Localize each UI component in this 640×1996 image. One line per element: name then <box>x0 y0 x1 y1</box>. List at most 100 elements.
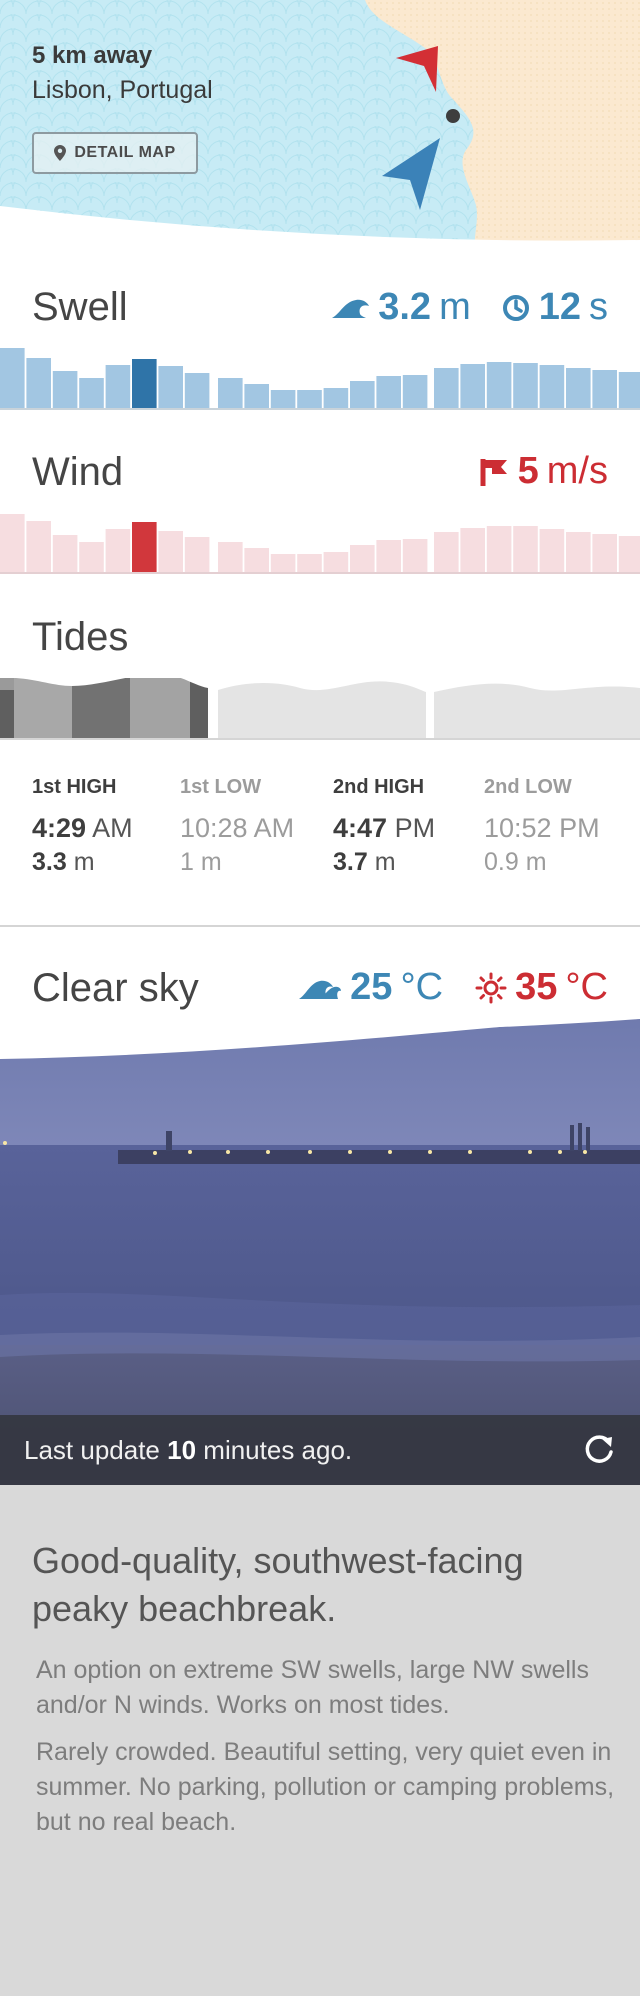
clock-icon <box>502 294 529 321</box>
forecast-bar <box>297 554 322 573</box>
forecast-bar <box>218 542 243 573</box>
tide-height: 1 <box>180 848 194 876</box>
swell-direction-arrow-icon <box>382 138 440 210</box>
tide-wave-chart <box>0 678 640 740</box>
last-update-suffix: minutes ago. <box>203 1435 353 1465</box>
forecast-bar <box>434 368 459 408</box>
forecast-bar <box>158 531 183 573</box>
forecast-bar <box>158 366 183 408</box>
forecast-bar <box>132 359 157 408</box>
sun-icon <box>475 972 507 1003</box>
wind-section[interactable]: Wind 5 m/s <box>0 410 640 575</box>
spot-paragraph: Rarely crowded. Beautiful setting, very … <box>36 1738 615 1836</box>
tide-height: 0.9 <box>484 848 519 876</box>
tide-height: 3.3 <box>32 848 67 876</box>
tides-divider <box>0 738 640 740</box>
wave-icon <box>332 299 370 318</box>
forecast-bar <box>105 529 131 573</box>
refresh-icon[interactable] <box>582 1433 616 1467</box>
forecast-bar <box>539 365 565 408</box>
water-wave-icon <box>299 980 342 999</box>
forecast-bar <box>270 554 296 573</box>
water-temp-unit: °C <box>400 966 444 1008</box>
swell-section[interactable]: Swell 3.2 m 12 s <box>0 260 640 410</box>
forecast-bar <box>566 368 591 408</box>
map-pin-icon <box>54 145 67 161</box>
forecast-bar <box>434 532 459 573</box>
air-temp-value: 35 <box>515 966 558 1008</box>
spot-description: Good-quality, southwest-facing peaky bea… <box>0 1485 640 1996</box>
weather-condition: Clear sky <box>32 966 199 1010</box>
wind-divider <box>0 572 640 574</box>
forecast-bar <box>376 540 401 573</box>
webcam-status-bar: Last update 10 minutes ago. <box>0 1415 640 1485</box>
water-temp-value: 25 <box>350 966 393 1008</box>
swell-height-value: 3.2 <box>378 286 432 328</box>
forecast-bar <box>52 535 78 573</box>
tide-height-unit: m <box>73 848 95 876</box>
forecast-bar <box>52 371 78 408</box>
last-update-text: Last update 10 minutes ago. <box>24 1435 352 1466</box>
forecast-bar <box>402 539 428 573</box>
tides-section[interactable]: Tides <box>0 575 640 740</box>
forecast-bar <box>0 348 25 408</box>
swell-stats: 3.2 m 12 s <box>330 286 608 329</box>
tide-ampm: AM <box>253 813 295 843</box>
forecast-bar <box>618 372 640 408</box>
forecast-bar <box>376 376 401 408</box>
forecast-bar <box>513 363 538 408</box>
forecast-bar <box>323 552 349 573</box>
air-temp-unit: °C <box>565 966 608 1008</box>
tide-height: 3.7 <box>333 848 368 876</box>
tide-height-unit: m <box>200 848 222 876</box>
swell-height-unit: m <box>439 286 471 328</box>
tide-label: 2nd HIGH <box>333 776 425 798</box>
distance-label: 5 km away <box>32 42 153 69</box>
swell-bar-chart <box>0 348 640 408</box>
tide-time: 4:47 <box>333 813 388 843</box>
wind-flag-icon <box>480 458 507 486</box>
wind-direction-arrow-icon <box>396 46 438 92</box>
forecast-bar <box>244 548 269 573</box>
forecast-bar <box>618 536 640 573</box>
location-map[interactable]: 5 km away Lisbon, Portugal DETAIL MAP <box>0 0 640 260</box>
wind-speed-value: 5 <box>517 450 539 492</box>
forecast-bar <box>402 375 428 408</box>
tide-times-table: 1st HIGH 4:29 AM 3.3 m 1st LOW 10:28 AM … <box>0 776 640 927</box>
location-dot-icon <box>446 109 460 123</box>
wind-title: Wind <box>32 450 124 494</box>
tide-entry: 1st HIGH 4:29 AM 3.3 m <box>32 776 133 877</box>
tide-time: 10:28 <box>180 813 248 843</box>
detail-map-button[interactable]: DETAIL MAP <box>32 132 198 174</box>
tides-title: Tides <box>32 615 129 659</box>
forecast-bar <box>184 373 210 408</box>
forecast-bar <box>460 364 485 408</box>
tide-entry: 2nd LOW 10:52 PM 0.9 m <box>484 776 600 877</box>
spot-headline: Good-quality, southwest-facing peaky bea… <box>32 1540 524 1629</box>
forecast-bar <box>132 522 157 573</box>
tide-time: 10:52 <box>484 813 552 843</box>
last-update-value: 10 <box>167 1435 197 1465</box>
forecast-bar <box>350 381 375 408</box>
tide-label: 1st LOW <box>180 776 262 798</box>
forecast-bar <box>0 514 25 573</box>
forecast-bar <box>539 529 565 573</box>
forecast-bar <box>566 532 591 573</box>
place-label: Lisbon, Portugal <box>32 76 213 104</box>
forecast-bar <box>105 365 131 408</box>
forecast-bar <box>26 358 51 408</box>
forecast-bar <box>486 362 512 408</box>
tide-ampm: PM <box>559 813 600 843</box>
swell-title: Swell <box>32 285 128 329</box>
map-background <box>0 0 640 260</box>
forecast-bar <box>26 521 51 573</box>
tide-time: 4:29 <box>32 813 87 843</box>
tide-entry: 2nd HIGH 4:47 PM 3.7 m <box>333 776 435 877</box>
forecast-bar <box>270 390 296 408</box>
forecast-bar <box>297 390 322 408</box>
forecast-bar <box>323 388 349 408</box>
forecast-bar <box>592 534 617 573</box>
temperature-stats: 25 °C 35 °C <box>298 966 608 1009</box>
forecast-bar <box>184 537 210 573</box>
detail-map-label: DETAIL MAP <box>74 144 176 161</box>
